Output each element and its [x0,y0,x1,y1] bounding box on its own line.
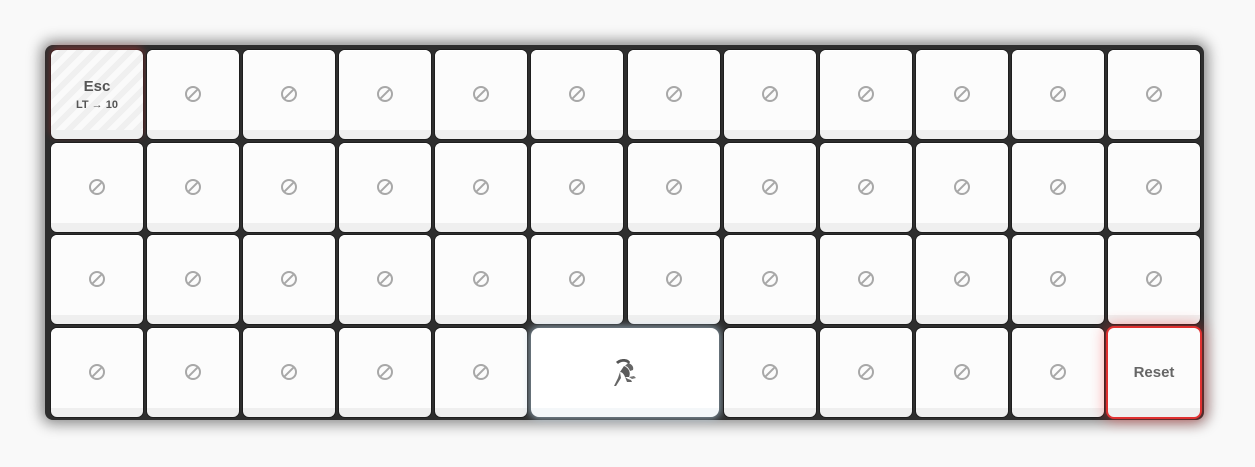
blocked-icon [1050,271,1066,287]
empty-key[interactable] [1108,50,1200,139]
blocked-icon [473,271,489,287]
blocked-icon [281,364,297,380]
blocked-icon [1146,271,1162,287]
blocked-icon [185,86,201,102]
empty-key[interactable] [628,50,720,139]
empty-key[interactable] [628,235,720,324]
empty-key[interactable] [916,50,1008,139]
blocked-icon [377,364,393,380]
empty-key[interactable] [916,235,1008,324]
blocked-icon [473,364,489,380]
blocked-icon [185,271,201,287]
empty-key[interactable] [339,50,431,139]
blocked-icon [666,271,682,287]
empty-key[interactable] [243,235,335,324]
empty-key[interactable] [724,235,816,324]
empty-key[interactable] [147,235,239,324]
empty-key[interactable] [916,143,1008,232]
blocked-icon [89,179,105,195]
blocked-icon [762,86,778,102]
blocked-icon [569,271,585,287]
empty-key[interactable] [1108,235,1200,324]
blocked-icon [954,364,970,380]
empty-key[interactable] [1012,328,1104,417]
blocked-icon [569,86,585,102]
blocked-icon [762,179,778,195]
empty-key[interactable] [339,328,431,417]
blocked-icon [858,86,874,102]
empty-key[interactable] [531,143,623,232]
esc-key[interactable]: Esc LT → 10 [51,50,143,139]
empty-key[interactable] [916,328,1008,417]
blocked-icon [858,179,874,195]
blocked-icon [954,271,970,287]
blocked-icon [281,271,297,287]
empty-key[interactable] [724,50,816,139]
blocked-icon [377,86,393,102]
empty-key[interactable] [531,50,623,139]
blocked-icon [377,179,393,195]
reset-key[interactable]: Reset [1108,328,1200,417]
blocked-icon [185,179,201,195]
empty-key[interactable] [51,143,143,232]
blocked-icon [1146,179,1162,195]
empty-key[interactable] [147,328,239,417]
blocked-icon [666,86,682,102]
blocked-icon [185,364,201,380]
blocked-icon [473,179,489,195]
empty-key[interactable] [243,50,335,139]
blocked-icon [1050,179,1066,195]
empty-key[interactable] [243,143,335,232]
blocked-icon [666,179,682,195]
empty-key[interactable] [1012,143,1104,232]
empty-key[interactable] [435,235,527,324]
empty-key[interactable] [51,328,143,417]
blocked-icon [1146,86,1162,102]
key-label: Esc [83,77,111,95]
gazelle-logo-icon [614,359,636,386]
empty-key[interactable] [339,235,431,324]
blocked-icon [762,364,778,380]
blocked-icon [1050,86,1066,102]
blocked-icon [89,271,105,287]
blocked-icon [569,179,585,195]
blocked-icon [954,86,970,102]
empty-key[interactable] [435,50,527,139]
key-sublabel: LT → 10 [76,98,118,111]
empty-key[interactable] [820,328,912,417]
blocked-icon [858,364,874,380]
empty-key[interactable] [820,143,912,232]
empty-key[interactable] [724,328,816,417]
blocked-icon [281,86,297,102]
empty-key[interactable] [243,328,335,417]
blocked-icon [954,179,970,195]
empty-key[interactable] [1012,50,1104,139]
empty-key[interactable] [1012,235,1104,324]
empty-key[interactable] [628,143,720,232]
blocked-icon [377,271,393,287]
blocked-icon [281,179,297,195]
empty-key[interactable] [339,143,431,232]
empty-key[interactable] [147,143,239,232]
empty-key[interactable] [820,235,912,324]
empty-key[interactable] [1108,143,1200,232]
blocked-icon [858,271,874,287]
empty-key[interactable] [820,50,912,139]
key-label: Reset [1133,363,1175,381]
blocked-icon [89,364,105,380]
empty-key[interactable] [724,143,816,232]
blocked-icon [1050,364,1066,380]
empty-key[interactable] [435,143,527,232]
empty-key[interactable] [531,235,623,324]
blocked-icon [762,271,778,287]
keyboard: Esc LT → 10 Reset [45,45,1204,420]
empty-key[interactable] [147,50,239,139]
empty-key[interactable] [51,235,143,324]
space-key[interactable] [531,328,719,417]
blocked-icon [473,86,489,102]
empty-key[interactable] [435,328,527,417]
